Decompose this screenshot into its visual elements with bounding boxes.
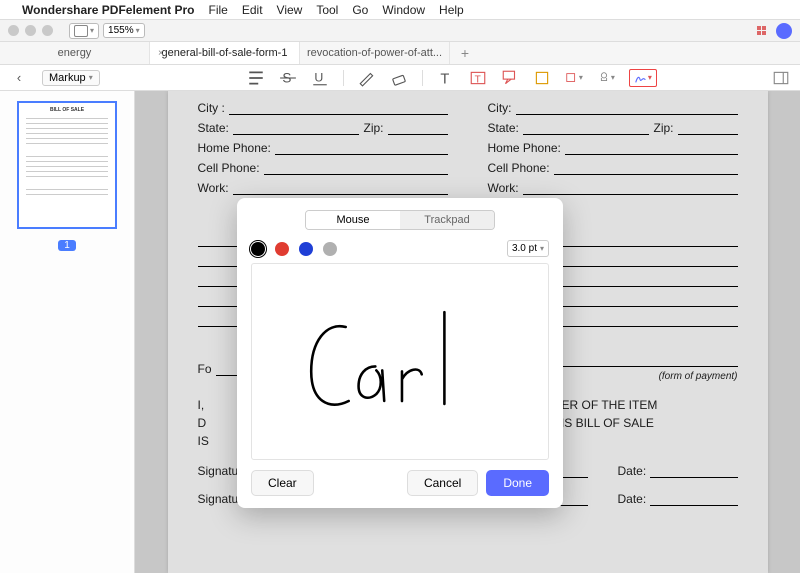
close-window-icon[interactable] — [8, 25, 19, 36]
cancel-button[interactable]: Cancel — [407, 470, 478, 496]
back-button[interactable]: ‹ — [10, 69, 28, 87]
clear-button[interactable]: Clear — [251, 470, 314, 496]
user-avatar-icon[interactable] — [776, 23, 792, 39]
menu-tool[interactable]: Tool — [316, 3, 338, 17]
text-tool-icon[interactable]: T — [437, 69, 455, 87]
tab-add-button[interactable]: + — [450, 42, 480, 64]
tab-bill-of-sale[interactable]: ×general-bill-of-sale-form-1 — [150, 42, 300, 64]
zoom-level-dropdown[interactable]: 155%▾ — [103, 23, 145, 38]
menu-help[interactable]: Help — [439, 3, 464, 17]
panel-toggle-icon[interactable] — [772, 69, 790, 87]
note-icon[interactable] — [533, 69, 551, 87]
text-box-icon[interactable]: T — [469, 69, 487, 87]
menu-file[interactable]: File — [209, 3, 228, 17]
maximize-window-icon[interactable] — [42, 25, 53, 36]
mode-dropdown[interactable]: Markup▾ — [42, 70, 100, 86]
tab-energy[interactable]: energy — [0, 42, 150, 64]
done-button[interactable]: Done — [486, 470, 549, 496]
callout-icon[interactable] — [501, 69, 519, 87]
system-menubar: Wondershare PDFelement Pro File Edit Vie… — [0, 0, 800, 20]
tab-revocation[interactable]: revocation-of-power-of-att... — [300, 42, 450, 64]
tab-close-icon[interactable]: × — [158, 48, 164, 59]
svg-text:T: T — [440, 71, 449, 86]
zoom-controls: ▾ 155%▾ — [69, 23, 145, 39]
signature-tool-button[interactable]: ▾ — [629, 69, 657, 87]
segment-trackpad[interactable]: Trackpad — [400, 211, 494, 229]
menu-view[interactable]: View — [277, 3, 303, 17]
color-swatch-black[interactable] — [251, 242, 265, 256]
stamp-dropdown-icon[interactable]: ▾ — [597, 69, 615, 87]
underline-icon[interactable]: U — [311, 69, 329, 87]
menu-go[interactable]: Go — [352, 3, 368, 17]
input-method-segmented: Mouse Trackpad — [305, 210, 495, 230]
minimize-window-icon[interactable] — [25, 25, 36, 36]
menu-window[interactable]: Window — [382, 3, 425, 17]
signature-controls: 3.0 pt▾ — [251, 240, 549, 257]
color-swatch-blue[interactable] — [299, 242, 313, 256]
color-swatch-red[interactable] — [275, 242, 289, 256]
strikethrough-icon[interactable]: S — [279, 69, 297, 87]
svg-text:T: T — [474, 74, 480, 85]
signature-dialog: Mouse Trackpad 3.0 pt▾ Clear Cancel Done — [237, 198, 563, 508]
thumbnails-sidebar: BILL OF SALE 1 — [0, 91, 135, 573]
highlight-text-icon[interactable] — [247, 69, 265, 87]
dialog-buttons: Clear Cancel Done — [251, 470, 549, 496]
pencil-icon[interactable] — [358, 69, 376, 87]
markup-toolbar: ‹ Markup▾ S U T T ▾ ▾ ▾ — [0, 65, 800, 91]
document-tabs: energy ×general-bill-of-sale-form-1 revo… — [0, 42, 800, 65]
color-swatch-gray[interactable] — [323, 242, 337, 256]
signature-canvas[interactable] — [251, 263, 549, 460]
page-thumbnail-1[interactable]: BILL OF SALE — [17, 101, 117, 229]
app-grid-icon[interactable] — [757, 26, 766, 35]
window-chrome: ▾ 155%▾ — [0, 20, 800, 42]
segment-mouse[interactable]: Mouse — [306, 211, 400, 229]
svg-text:U: U — [314, 70, 323, 84]
app-name: Wondershare PDFelement Pro — [22, 3, 195, 17]
stroke-width-dropdown[interactable]: 3.0 pt▾ — [507, 240, 549, 257]
page-number-badge: 1 — [58, 240, 76, 251]
traffic-lights — [8, 25, 53, 36]
shape-dropdown-icon[interactable]: ▾ — [565, 69, 583, 87]
eraser-icon[interactable] — [390, 69, 408, 87]
menu-edit[interactable]: Edit — [242, 3, 263, 17]
page-layout-dropdown[interactable]: ▾ — [69, 23, 99, 39]
